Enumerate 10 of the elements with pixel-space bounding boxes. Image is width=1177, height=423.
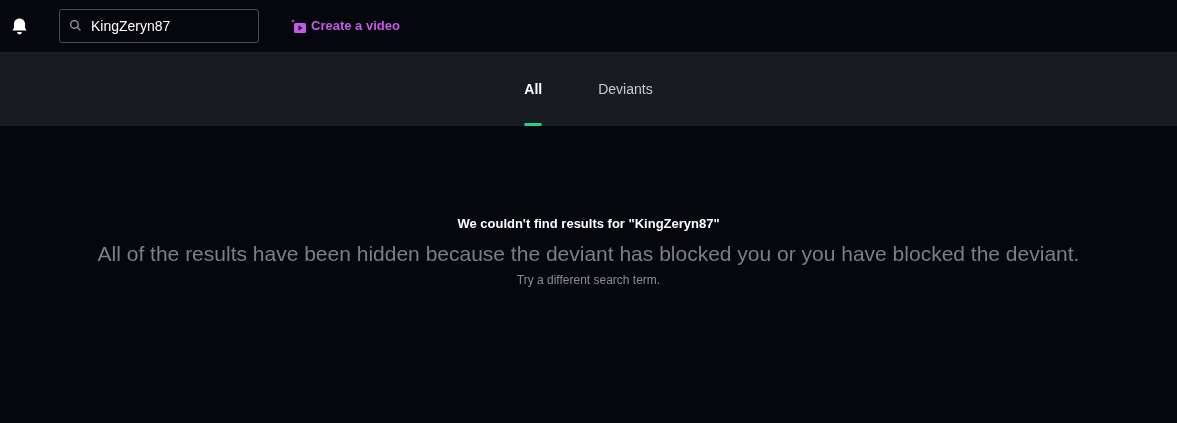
tab[interactable]: Deviants: [570, 53, 681, 126]
video-sparkle-icon: [291, 19, 307, 33]
tab[interactable]: All: [496, 53, 571, 126]
bell-icon[interactable]: [10, 16, 29, 36]
empty-title: We couldn't find results for "KingZeryn87": [457, 215, 720, 233]
empty-message: All of the results have been hidden because the deviant has blocked you or you have blocked the deviant.: [97, 240, 1080, 267]
search-icon: [69, 19, 82, 32]
create-video-button[interactable]: Create a video: [291, 16, 400, 36]
search-field[interactable]: KingZeryn87: [59, 9, 259, 43]
empty-hint: Try a different search term.: [516, 272, 661, 289]
